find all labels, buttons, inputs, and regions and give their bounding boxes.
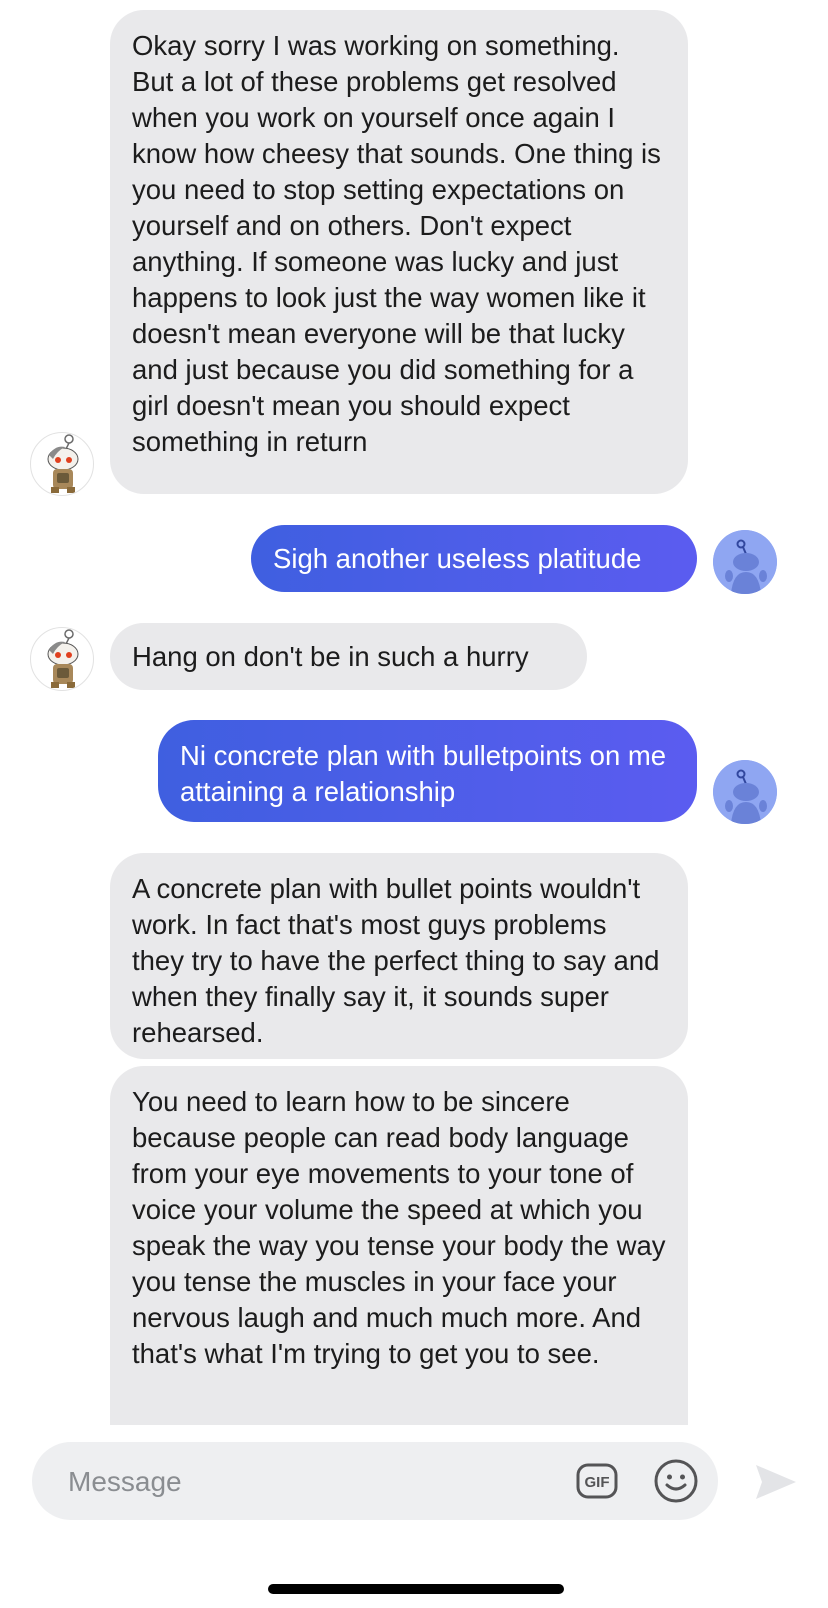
gif-icon: GIF — [576, 1463, 618, 1499]
message-text: Sigh another useless platitude — [273, 543, 642, 574]
send-button[interactable] — [752, 1462, 798, 1502]
snoo-default-avatar-icon — [713, 760, 777, 824]
message-text: Ni concrete plan with bulletpoints on me… — [180, 740, 667, 807]
other-user-avatar[interactable] — [30, 432, 94, 496]
outgoing-message[interactable]: Ni concrete plan with bulletpoints on me… — [158, 720, 697, 822]
my-avatar[interactable] — [713, 760, 777, 824]
message-input[interactable] — [66, 1442, 540, 1522]
message-composer: GIF — [32, 1442, 718, 1522]
snoo-avatar-icon — [47, 434, 79, 493]
message-text: Okay sorry I was working on something. B… — [132, 30, 661, 457]
svg-text:GIF: GIF — [585, 1474, 610, 1491]
incoming-message[interactable]: You need to learn how to be sincere beca… — [110, 1066, 688, 1425]
message-list[interactable]: Okay sorry I was working on something. B… — [0, 0, 828, 1425]
emoji-button[interactable] — [653, 1458, 699, 1504]
snoo-avatar-icon — [47, 629, 79, 688]
send-icon — [756, 1465, 796, 1499]
gif-button[interactable]: GIF — [574, 1458, 620, 1504]
incoming-message[interactable]: Hang on don't be in such a hurry — [110, 623, 587, 690]
home-indicator[interactable] — [268, 1584, 564, 1594]
outgoing-message[interactable]: Sigh another useless platitude — [251, 525, 697, 592]
other-user-avatar[interactable] — [30, 627, 94, 691]
message-text: A concrete plan with bullet points would… — [132, 873, 660, 1048]
my-avatar[interactable] — [713, 530, 777, 594]
emoji-icon — [654, 1459, 698, 1503]
message-text: Hang on don't be in such a hurry — [132, 641, 529, 672]
incoming-message[interactable]: A concrete plan with bullet points would… — [110, 853, 688, 1059]
message-text: You need to learn how to be sincere beca… — [132, 1086, 666, 1369]
snoo-default-avatar-icon — [713, 530, 777, 594]
incoming-message[interactable]: Okay sorry I was working on something. B… — [110, 10, 688, 494]
